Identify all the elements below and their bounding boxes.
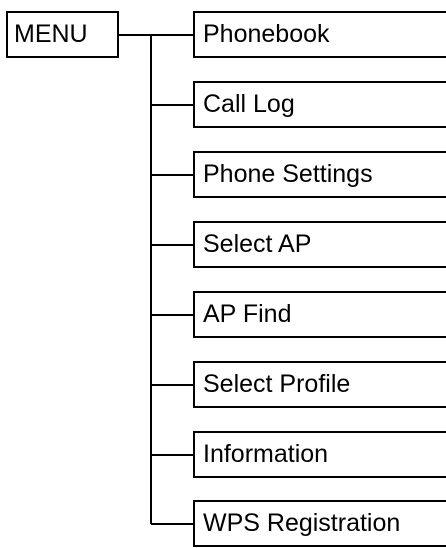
menu-item-call-log: Call Log <box>193 81 446 128</box>
menu-item-select-ap: Select AP <box>193 221 446 268</box>
menu-root-label: MENU <box>14 20 88 48</box>
menu-item-label: AP Find <box>203 300 292 328</box>
menu-item-select-profile: Select Profile <box>193 361 446 408</box>
menu-item-wps-registration: WPS Registration <box>193 500 446 547</box>
menu-item-label: Select Profile <box>203 370 351 398</box>
menu-item-label: Phone Settings <box>203 160 373 188</box>
menu-item-label: Phonebook <box>203 20 330 48</box>
menu-item-label: Information <box>203 440 329 468</box>
menu-item-label: WPS Registration <box>203 509 401 537</box>
menu-item-phonebook: Phonebook <box>193 11 446 58</box>
menu-item-phone-settings: Phone Settings <box>193 151 446 198</box>
menu-item-label: Call Log <box>203 90 295 118</box>
menu-item-information: Information <box>193 431 446 478</box>
menu-item-label: Select AP <box>203 230 312 258</box>
menu-root-box: MENU <box>6 11 119 58</box>
menu-item-ap-find: AP Find <box>193 291 446 338</box>
